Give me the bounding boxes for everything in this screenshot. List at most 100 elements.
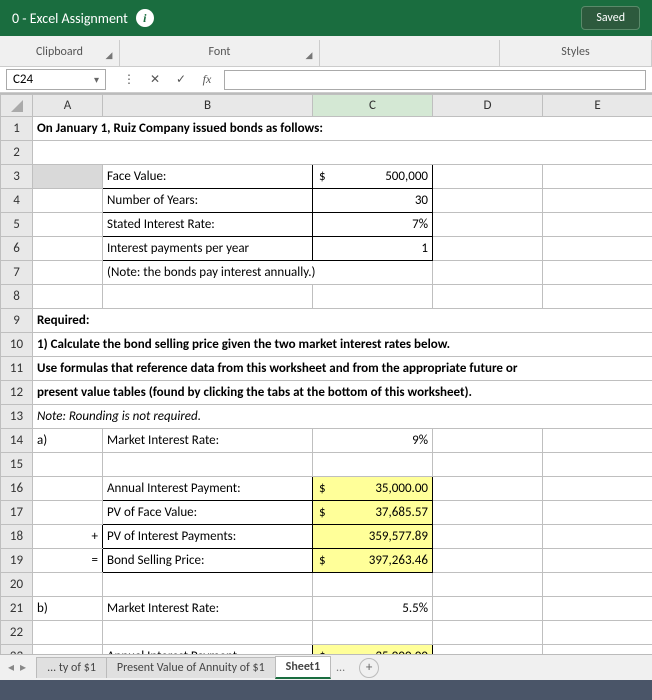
row-header[interactable]: 5 bbox=[1, 213, 33, 237]
cell[interactable] bbox=[543, 453, 652, 477]
sheet-tab[interactable]: ... ty of $1 bbox=[36, 657, 107, 678]
cell[interactable]: Number of Years: bbox=[103, 189, 313, 213]
cell[interactable] bbox=[433, 285, 543, 309]
tab-prev-icon[interactable]: ◂ bbox=[6, 660, 16, 675]
enter-button[interactable]: ✓ bbox=[170, 70, 192, 90]
cell[interactable] bbox=[433, 237, 543, 261]
cell[interactable] bbox=[33, 573, 103, 597]
row-header[interactable]: 2 bbox=[1, 141, 33, 165]
cell[interactable] bbox=[433, 429, 543, 453]
row-header[interactable]: 22 bbox=[1, 621, 33, 645]
cell[interactable]: 7% bbox=[313, 213, 433, 237]
cell[interactable] bbox=[33, 189, 103, 213]
cell[interactable] bbox=[543, 549, 652, 573]
cell[interactable] bbox=[33, 237, 103, 261]
ribbon-group-clipboard[interactable]: Clipboard ◢ bbox=[0, 40, 120, 66]
cell[interactable] bbox=[33, 501, 103, 525]
cell[interactable] bbox=[543, 597, 652, 621]
col-header-d[interactable]: D bbox=[433, 95, 543, 117]
tab-next-icon[interactable]: ▸ bbox=[18, 660, 28, 675]
cell[interactable] bbox=[433, 573, 543, 597]
sheet-tab[interactable]: Present Value of Annuity of $1 bbox=[106, 657, 276, 678]
cell[interactable] bbox=[33, 165, 103, 189]
cell[interactable] bbox=[433, 261, 543, 285]
cell[interactable] bbox=[313, 285, 433, 309]
cell[interactable]: Stated Interest Rate: bbox=[103, 213, 313, 237]
cell[interactable] bbox=[543, 285, 652, 309]
row-header[interactable]: 7 bbox=[1, 261, 33, 285]
cell[interactable]: Market Interest Rate: bbox=[103, 429, 313, 453]
row-header[interactable]: 4 bbox=[1, 189, 33, 213]
cell[interactable]: Annual Interest Payment: bbox=[103, 477, 313, 501]
cell[interactable]: 9% bbox=[313, 429, 433, 453]
row-header[interactable]: 10 bbox=[1, 333, 33, 357]
cell[interactable] bbox=[433, 549, 543, 573]
row-header[interactable]: 9 bbox=[1, 309, 33, 333]
cell[interactable] bbox=[33, 453, 103, 477]
name-box[interactable]: C24 ▾ bbox=[6, 69, 106, 90]
cell[interactable] bbox=[313, 453, 433, 477]
cell[interactable] bbox=[433, 477, 543, 501]
cell[interactable]: + bbox=[33, 525, 103, 549]
cell[interactable] bbox=[543, 477, 652, 501]
sheet-tab-active[interactable]: Sheet1 bbox=[275, 656, 331, 679]
row-header[interactable]: 17 bbox=[1, 501, 33, 525]
row-header[interactable]: 19 bbox=[1, 549, 33, 573]
cell[interactable] bbox=[543, 189, 652, 213]
cell[interactable]: 359,577.89 bbox=[313, 525, 433, 549]
cancel-button[interactable]: ✕ bbox=[144, 70, 166, 90]
row-header[interactable]: 8 bbox=[1, 285, 33, 309]
col-header-e[interactable]: E bbox=[543, 95, 652, 117]
cell[interactable] bbox=[543, 237, 652, 261]
cell[interactable] bbox=[543, 261, 652, 285]
cell[interactable]: present value tables (found by clicking … bbox=[33, 381, 652, 405]
cell[interactable]: 1 bbox=[313, 237, 433, 261]
cell[interactable]: $397,263.46 bbox=[313, 549, 433, 573]
chevron-down-icon[interactable]: ▾ bbox=[94, 73, 99, 86]
tab-more[interactable]: ... bbox=[330, 661, 351, 675]
cell[interactable]: Interest payments per year bbox=[103, 237, 313, 261]
cell[interactable] bbox=[33, 621, 103, 645]
select-all-corner[interactable] bbox=[1, 95, 33, 117]
row-header[interactable]: 6 bbox=[1, 237, 33, 261]
cell[interactable] bbox=[33, 261, 103, 285]
row-header[interactable]: 20 bbox=[1, 573, 33, 597]
cell[interactable]: Use formulas that reference data from th… bbox=[33, 357, 652, 381]
cell[interactable] bbox=[543, 165, 652, 189]
row-header[interactable]: 12 bbox=[1, 381, 33, 405]
cell[interactable]: = bbox=[33, 549, 103, 573]
cell[interactable] bbox=[103, 453, 313, 477]
row-header[interactable]: 11 bbox=[1, 357, 33, 381]
cell[interactable]: Face Value: bbox=[103, 165, 313, 189]
ribbon-group-font[interactable]: Font ◢ bbox=[120, 40, 320, 66]
cell[interactable] bbox=[33, 285, 103, 309]
cell[interactable] bbox=[33, 213, 103, 237]
ribbon-group-alignment[interactable] bbox=[320, 40, 500, 66]
cell[interactable]: Required: bbox=[33, 309, 652, 333]
fx-button[interactable]: fx bbox=[196, 70, 218, 90]
cell[interactable]: b) bbox=[33, 597, 103, 621]
formula-bar[interactable] bbox=[224, 70, 646, 90]
cell[interactable] bbox=[433, 597, 543, 621]
cell[interactable]: $500,000 bbox=[313, 165, 433, 189]
dialog-launcher-icon[interactable]: ◢ bbox=[103, 50, 115, 62]
col-header-c[interactable]: C bbox=[313, 95, 433, 117]
cell[interactable] bbox=[543, 501, 652, 525]
cell[interactable] bbox=[313, 621, 433, 645]
row-header[interactable]: 3 bbox=[1, 165, 33, 189]
cell[interactable]: 5.5% bbox=[313, 597, 433, 621]
cell[interactable]: Market Interest Rate: bbox=[103, 597, 313, 621]
info-icon[interactable]: i bbox=[136, 9, 154, 27]
row-header[interactable]: 1 bbox=[1, 117, 33, 141]
row-header[interactable]: 13 bbox=[1, 405, 33, 429]
cell[interactable] bbox=[543, 525, 652, 549]
cell[interactable] bbox=[33, 477, 103, 501]
cell[interactable] bbox=[433, 213, 543, 237]
cell[interactable] bbox=[103, 621, 313, 645]
more-icon[interactable]: ⋮ bbox=[118, 70, 140, 90]
cell[interactable] bbox=[103, 573, 313, 597]
cell[interactable]: PV of Interest Payments: bbox=[103, 525, 313, 549]
row-header[interactable]: 14 bbox=[1, 429, 33, 453]
cell[interactable] bbox=[433, 165, 543, 189]
cell[interactable] bbox=[433, 453, 543, 477]
